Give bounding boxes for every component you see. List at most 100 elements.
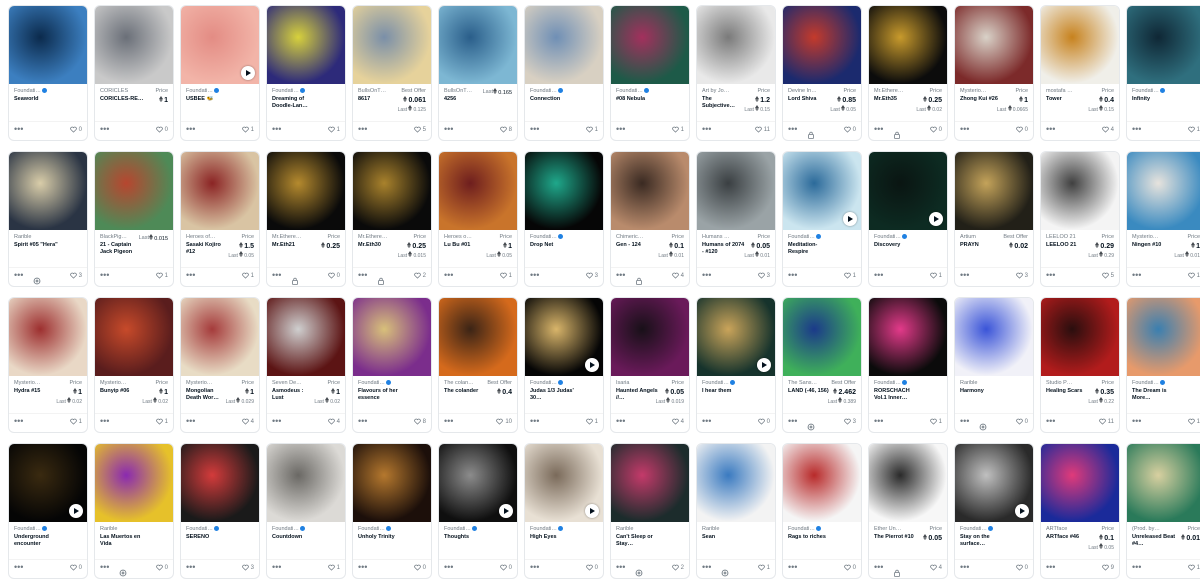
- collection-name[interactable]: Foundati…: [874, 380, 912, 386]
- nft-name[interactable]: Rags to riches: [788, 534, 832, 541]
- nft-image[interactable]: [181, 298, 259, 376]
- nft-card[interactable]: Foundati… High Eyes ••• 0: [524, 443, 604, 579]
- nft-name[interactable]: Lu Bu #01: [444, 242, 488, 249]
- nft-image[interactable]: [181, 444, 259, 522]
- collection-name[interactable]: Foundati…: [616, 88, 654, 94]
- nft-card[interactable]: Foundati… Judas 1/3 Judas' 30… ••• 1: [524, 297, 604, 433]
- nft-image[interactable]: [783, 298, 861, 376]
- favorite-button[interactable]: 1: [69, 418, 82, 425]
- collection-name[interactable]: BullsOnT…: [444, 88, 482, 94]
- nft-name[interactable]: #08 Nebula: [616, 96, 660, 103]
- nft-image[interactable]: [439, 152, 517, 230]
- nft-image[interactable]: [611, 6, 689, 84]
- nft-card[interactable]: The Sans… LAND (-46, 156) Best Offer 2.462 L…: [782, 297, 862, 433]
- more-options-icon[interactable]: •••: [616, 562, 625, 572]
- collection-name[interactable]: Heroes of…: [186, 234, 224, 240]
- nft-image[interactable]: [869, 152, 947, 230]
- more-options-icon[interactable]: •••: [874, 562, 883, 572]
- nft-image[interactable]: [1127, 152, 1200, 230]
- nft-image[interactable]: [525, 444, 603, 522]
- collection-name[interactable]: Mr.Ethere…: [874, 88, 912, 94]
- nft-image[interactable]: [955, 6, 1033, 84]
- more-options-icon[interactable]: •••: [530, 270, 539, 280]
- more-options-icon[interactable]: •••: [1132, 416, 1141, 426]
- favorite-button[interactable]: 4: [671, 272, 684, 279]
- nft-name[interactable]: The Pierrot #10: [874, 534, 918, 541]
- nft-card[interactable]: Ether Un… The Pierrot #10 Price 0.05 ••• 4: [868, 443, 948, 579]
- collection-name[interactable]: Rarible: [14, 234, 52, 240]
- nft-image[interactable]: [9, 298, 87, 376]
- favorite-button[interactable]: 0: [155, 564, 168, 571]
- nft-name[interactable]: Tower: [1046, 96, 1090, 103]
- nft-image[interactable]: [9, 444, 87, 522]
- collection-name[interactable]: Seven De…: [272, 380, 310, 386]
- nft-card[interactable]: Mysterio… Mongolian Death Wor… Price 1 Last …: [180, 297, 260, 433]
- nft-image[interactable]: [611, 152, 689, 230]
- favorite-button[interactable]: 8: [499, 126, 512, 133]
- play-icon[interactable]: [757, 358, 771, 372]
- nft-image[interactable]: [1127, 444, 1200, 522]
- nft-card[interactable]: mostafa … Tower Price 0.4 Last 0.15 ••• 4: [1040, 5, 1120, 141]
- more-options-icon[interactable]: •••: [444, 270, 453, 280]
- more-options-icon[interactable]: •••: [1046, 124, 1055, 134]
- nft-image[interactable]: [611, 444, 689, 522]
- nft-card[interactable]: ARTface ARTface #46 Price 0.1 Last 0.05 ••• 9: [1040, 443, 1120, 579]
- more-options-icon[interactable]: •••: [530, 124, 539, 134]
- favorite-button[interactable]: 5: [1101, 272, 1114, 279]
- more-options-icon[interactable]: •••: [960, 124, 969, 134]
- nft-name[interactable]: Las Muertos en Vida: [100, 534, 144, 548]
- collection-name[interactable]: Foundati…: [444, 526, 482, 532]
- more-options-icon[interactable]: •••: [530, 416, 539, 426]
- nft-name[interactable]: Mr.Eth35: [874, 96, 918, 103]
- nft-card[interactable]: BlackPig… 21 - Captain Jack Pigeon Last 0.0…: [94, 151, 174, 287]
- nft-image[interactable]: [9, 152, 87, 230]
- nft-name[interactable]: Discovery: [874, 242, 918, 249]
- more-options-icon[interactable]: •••: [788, 270, 797, 280]
- nft-card[interactable]: Studio P… Healing Scars Price 0.35 Last 0.22…: [1040, 297, 1120, 433]
- nft-image[interactable]: [267, 152, 345, 230]
- more-options-icon[interactable]: •••: [1132, 124, 1141, 134]
- more-options-icon[interactable]: •••: [14, 562, 23, 572]
- collection-name[interactable]: The Sans…: [788, 380, 826, 386]
- favorite-button[interactable]: 0: [327, 272, 340, 279]
- more-options-icon[interactable]: •••: [960, 416, 969, 426]
- nft-card[interactable]: Rarible Las Muertos en Vida ••• 0: [94, 443, 174, 579]
- favorite-button[interactable]: 0: [757, 418, 770, 425]
- nft-card[interactable]: Foundati… The Dream is More… ••• 1: [1126, 297, 1200, 433]
- nft-image[interactable]: [439, 444, 517, 522]
- nft-card[interactable]: BullsOnT… 4256 Last 0.165 ••• 8: [438, 5, 518, 141]
- nft-name[interactable]: Thoughts: [444, 534, 488, 541]
- more-options-icon[interactable]: •••: [186, 124, 195, 134]
- nft-image[interactable]: [353, 6, 431, 84]
- more-options-icon[interactable]: •••: [874, 124, 883, 134]
- nft-image[interactable]: [95, 298, 173, 376]
- nft-name[interactable]: Mr.Eth30: [358, 242, 402, 249]
- nft-card[interactable]: Devine In… Lord Shiva Price 0.85 Last 0.05 ••…: [782, 5, 862, 141]
- nft-card[interactable]: Chimeric… Gen - 124 Price 0.1 Last 0.01 ••• 4: [610, 151, 690, 287]
- favorite-button[interactable]: 0: [929, 126, 942, 133]
- more-options-icon[interactable]: •••: [100, 562, 109, 572]
- nft-card[interactable]: Foundati… Drop Net ••• 3: [524, 151, 604, 287]
- nft-name[interactable]: The colander: [444, 388, 488, 395]
- collection-name[interactable]: Foundati…: [702, 380, 740, 386]
- nft-name[interactable]: Can't Sleep or Stay…: [616, 534, 660, 548]
- nft-image[interactable]: [783, 444, 861, 522]
- favorite-button[interactable]: 4: [1101, 126, 1114, 133]
- favorite-button[interactable]: 1: [1187, 564, 1200, 571]
- more-options-icon[interactable]: •••: [530, 562, 539, 572]
- collection-name[interactable]: Foundati…: [186, 88, 224, 94]
- collection-name[interactable]: Rarible: [702, 526, 740, 532]
- favorite-button[interactable]: 4: [929, 564, 942, 571]
- nft-card[interactable]: Foundati… Countdown ••• 1: [266, 443, 346, 579]
- nft-image[interactable]: [1041, 444, 1119, 522]
- favorite-button[interactable]: 11: [755, 126, 770, 133]
- nft-card[interactable]: Foundati… Dreaming of Doodle-Lan… ••• 1: [266, 5, 346, 141]
- favorite-button[interactable]: 1: [929, 418, 942, 425]
- favorite-button[interactable]: 0: [843, 564, 856, 571]
- nft-image[interactable]: [697, 152, 775, 230]
- collection-name[interactable]: Foundati…: [530, 380, 568, 386]
- nft-image[interactable]: [9, 6, 87, 84]
- nft-image[interactable]: [1041, 298, 1119, 376]
- favorite-button[interactable]: 3: [585, 272, 598, 279]
- play-icon[interactable]: [843, 212, 857, 226]
